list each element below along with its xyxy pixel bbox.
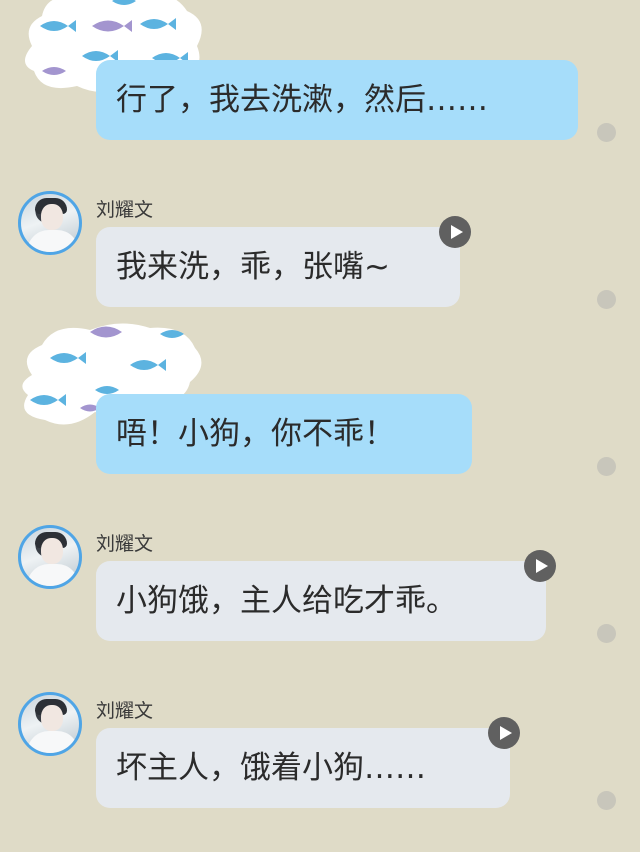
message-bubble[interactable]: 行了，我去洗漱，然后…… — [96, 60, 578, 140]
contact-avatar[interactable] — [18, 692, 82, 756]
voice-play-button[interactable] — [488, 717, 520, 749]
play-icon — [535, 559, 548, 573]
sender-name: 刘耀文 — [96, 700, 154, 722]
voice-play-button[interactable] — [524, 550, 556, 582]
contact-avatar[interactable] — [18, 191, 82, 255]
status-dot[interactable] — [597, 290, 616, 309]
status-dot[interactable] — [597, 791, 616, 810]
sender-name: 刘耀文 — [96, 199, 154, 221]
status-dot[interactable] — [597, 123, 616, 142]
message-bubble[interactable]: 小狗饿，主人给吃才乖。 — [96, 561, 546, 641]
chat-area: 行了，我去洗漱，然后…… 刘耀文 我来洗，乖，张嘴~ 唔！小狗，你不乖！ 刘耀文… — [0, 0, 640, 852]
message-bubble[interactable]: 唔！小狗，你不乖！ — [96, 394, 472, 474]
sender-name: 刘耀文 — [96, 533, 154, 555]
status-dot[interactable] — [597, 624, 616, 643]
message-bubble[interactable]: 坏主人，饿着小狗…… — [96, 728, 510, 808]
voice-play-button[interactable] — [439, 216, 471, 248]
message-bubble[interactable]: 我来洗，乖，张嘴~ — [96, 227, 460, 307]
contact-avatar[interactable] — [18, 525, 82, 589]
status-dot[interactable] — [597, 457, 616, 476]
message-text: 小狗饿，主人给吃才乖。 — [116, 583, 457, 619]
message-text: 行了，我去洗漱，然后…… — [116, 82, 488, 118]
message-text: 我来洗，乖，张嘴~ — [116, 249, 390, 285]
play-icon — [499, 726, 512, 740]
play-icon — [450, 225, 463, 239]
message-text: 坏主人，饿着小狗…… — [116, 750, 426, 786]
message-text: 唔！小狗，你不乖！ — [116, 416, 395, 452]
